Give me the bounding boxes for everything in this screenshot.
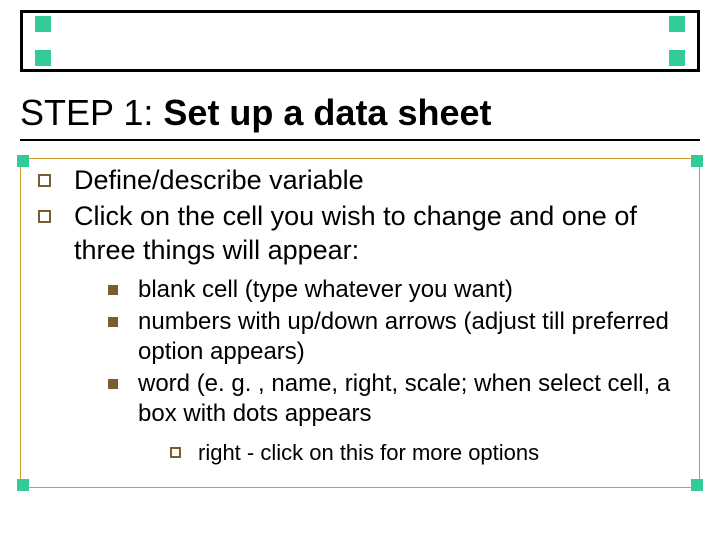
corner-swatch-icon	[17, 155, 29, 167]
bullet-list-level3: right - click on this for more options	[138, 439, 686, 467]
list-item: right - click on this for more options	[168, 439, 686, 467]
list-item: blank cell (type whatever you want)	[104, 275, 686, 305]
bullet-text: right - click on this for more options	[198, 440, 539, 465]
list-item: Click on the cell you wish to change and…	[34, 200, 686, 467]
corner-swatch-icon	[691, 155, 703, 167]
corner-swatch-icon	[35, 50, 51, 66]
title-prefix: STEP 1:	[20, 92, 163, 133]
slide-body: Define/describe variable Click on the ce…	[34, 164, 686, 469]
bullet-list-level1: Define/describe variable Click on the ce…	[34, 164, 686, 467]
title-main: Set up a data sheet	[163, 92, 491, 133]
bullet-text: Define/describe variable	[74, 165, 364, 195]
slide: STEP 1: Set up a data sheet Define/descr…	[0, 0, 720, 540]
decorative-top-frame	[20, 10, 700, 72]
slide-title: STEP 1: Set up a data sheet	[20, 92, 700, 141]
corner-swatch-icon	[35, 16, 51, 32]
list-item: Define/describe variable	[34, 164, 686, 198]
corner-swatch-icon	[669, 50, 685, 66]
corner-swatch-icon	[17, 479, 29, 491]
bullet-text: word (e. g. , name, right, scale; when s…	[138, 370, 670, 427]
bullet-text: blank cell (type whatever you want)	[138, 276, 513, 303]
corner-swatch-icon	[691, 479, 703, 491]
corner-swatch-icon	[669, 16, 685, 32]
bullet-list-level2: blank cell (type whatever you want) numb…	[74, 275, 686, 467]
bullet-text: numbers with up/down arrows (adjust till…	[138, 308, 669, 365]
bullet-text: Click on the cell you wish to change and…	[74, 201, 637, 265]
list-item: word (e. g. , name, right, scale; when s…	[104, 369, 686, 467]
list-item: numbers with up/down arrows (adjust till…	[104, 307, 686, 367]
